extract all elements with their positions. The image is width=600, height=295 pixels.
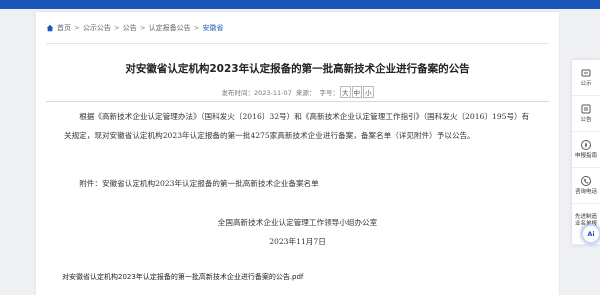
page-title: 对安徽省认定机构2023年认定报备的第一批高新技术企业进行备案的公告 bbox=[125, 63, 470, 75]
sidebar-item-guide[interactable]: 申报指南 bbox=[572, 132, 600, 168]
attachment-note: 附件：安徽省认定机构2023年认定报备的第一批高新技术企业备案名单 bbox=[79, 179, 319, 188]
sidebar-item-publicity[interactable]: 公示 bbox=[572, 60, 600, 96]
floating-sidebar: 公示 公告 申报指南 咨询电话 先进制造业名单报入口 bbox=[572, 60, 600, 245]
sidebar-item-label: 公告 bbox=[580, 117, 592, 123]
sidebar-item-label: 咨询电话 bbox=[574, 189, 597, 195]
breadcrumb-current[interactable]: 安徽省 bbox=[203, 23, 224, 33]
home-icon[interactable] bbox=[46, 24, 54, 32]
font-large-button[interactable]: 大 bbox=[340, 86, 351, 98]
date-label: 发布时间： bbox=[221, 89, 254, 97]
breadcrumb-separator: > bbox=[193, 24, 200, 32]
phone-icon bbox=[581, 176, 591, 186]
font-small-button[interactable]: 小 bbox=[363, 86, 374, 98]
breadcrumb-home[interactable]: 首页 bbox=[57, 23, 71, 33]
signature: 全国高新技术企业认定管理工作领导小组办公室 bbox=[217, 218, 378, 227]
sign-date: 2023年11月7日 bbox=[269, 237, 326, 246]
breadcrumb-announcement[interactable]: 公告 bbox=[123, 23, 137, 33]
article-meta: 发布时间：2023-11-07 来源： 字号：大中小 bbox=[36, 86, 559, 98]
pdf-attachment-link[interactable]: 对安徽省认定机构2023年认定报备的第一批高新技术企业进行备案的公告.pdf bbox=[62, 272, 303, 282]
sidebar-item-phone[interactable]: 咨询电话 bbox=[572, 168, 600, 204]
ai-assistant-button[interactable]: Ai bbox=[581, 224, 600, 244]
font-medium-button[interactable]: 中 bbox=[351, 86, 363, 98]
breadcrumb-separator: > bbox=[139, 24, 146, 32]
compass-icon bbox=[581, 140, 591, 150]
sidebar-item-label: 公示 bbox=[580, 81, 592, 87]
content-card: 首页 > 公示公告 > 公告 > 认定报备公告 > 安徽省 对安徽省认定机构20… bbox=[36, 12, 559, 295]
article-body: 根据《高新技术企业认定管理办法》（国科发火〔2016〕32号）和《高新技术企业认… bbox=[64, 107, 533, 145]
divider bbox=[46, 101, 549, 102]
announcement-icon bbox=[581, 104, 591, 114]
sidebar-item-announcement[interactable]: 公告 bbox=[572, 96, 600, 132]
source-label: 来源： bbox=[295, 89, 316, 97]
fontsize-label: 字号： bbox=[319, 89, 340, 97]
breadcrumb-notices[interactable]: 公示公告 bbox=[83, 23, 111, 33]
breadcrumb-separator: > bbox=[113, 24, 120, 32]
top-banner-strip bbox=[0, 0, 600, 9]
sidebar-item-label: 申报指南 bbox=[574, 153, 597, 159]
breadcrumb-separator: > bbox=[74, 24, 80, 32]
body-paragraph: 根据《高新技术企业认定管理办法》（国科发火〔2016〕32号）和《高新技术企业认… bbox=[64, 112, 530, 140]
publicity-icon bbox=[581, 69, 591, 77]
breadcrumb: 首页 > 公示公告 > 公告 > 认定报备公告 > 安徽省 bbox=[46, 23, 224, 33]
breadcrumb-filing[interactable]: 认定报备公告 bbox=[149, 23, 191, 33]
publish-date: 2023-11-07 bbox=[253, 89, 292, 97]
divider bbox=[46, 43, 549, 44]
